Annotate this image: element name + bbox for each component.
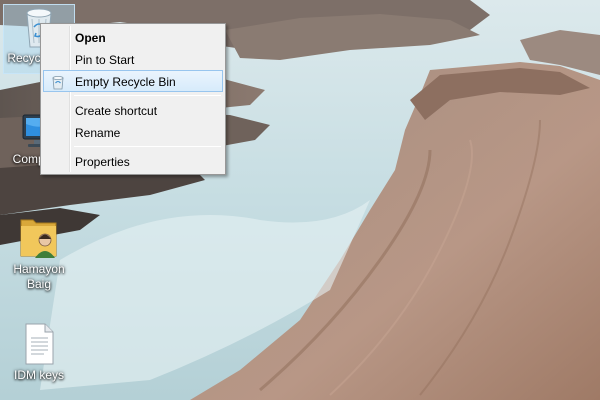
menu-item-properties[interactable]: Properties xyxy=(43,150,223,172)
menu-item-empty-recycle-bin[interactable]: Empty Recycle Bin xyxy=(43,70,223,92)
menu-item-label: Create shortcut xyxy=(75,104,158,118)
desktop-icon-label: IDM keys xyxy=(13,368,64,382)
menu-separator xyxy=(74,146,221,147)
menu-item-label: Rename xyxy=(75,126,121,140)
text-document-icon xyxy=(25,323,54,365)
menu-item-rename[interactable]: Rename xyxy=(43,121,223,143)
menu-separator xyxy=(74,95,221,96)
desktop-icon-user-folder[interactable]: Hamayon Baig xyxy=(3,212,75,292)
menu-item-create-shortcut[interactable]: Create shortcut xyxy=(43,99,223,121)
desktop-icon-label: Hamayon Baig xyxy=(13,262,65,291)
menu-item-label: Open xyxy=(75,31,106,45)
menu-item-label: Properties xyxy=(75,155,130,169)
recycle-bin-icon xyxy=(52,76,64,90)
desktop[interactable]: Recycle Bin Computer Hamayon Baig IDM ke… xyxy=(0,0,600,400)
menu-item-label: Pin to Start xyxy=(75,53,135,67)
menu-item-label: Empty Recycle Bin xyxy=(75,75,176,89)
desktop-icon-text-document[interactable]: IDM keys xyxy=(3,322,75,383)
menu-item-pin-to-start[interactable]: Pin to Start xyxy=(43,48,223,70)
user-folder-icon xyxy=(20,219,57,258)
context-menu: Open Pin to Start Empty Recycle Bin Crea… xyxy=(40,23,226,175)
menu-item-open[interactable]: Open xyxy=(43,26,223,48)
